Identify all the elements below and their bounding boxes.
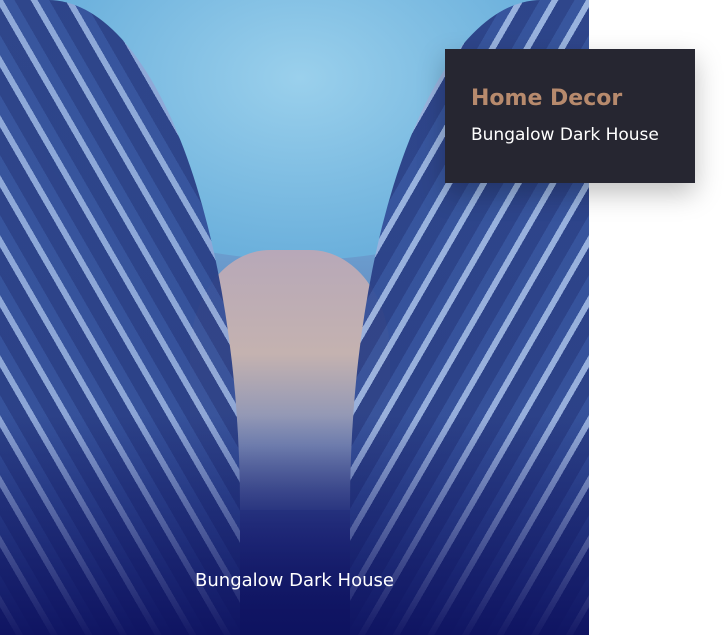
card-category: Home Decor xyxy=(471,86,623,111)
bottom-gradient xyxy=(0,415,589,635)
card-title[interactable]: Bungalow Dark House xyxy=(471,125,695,145)
info-card: Home Decor Bungalow Dark House xyxy=(445,49,695,183)
photo-caption: Bungalow Dark House xyxy=(195,570,394,591)
